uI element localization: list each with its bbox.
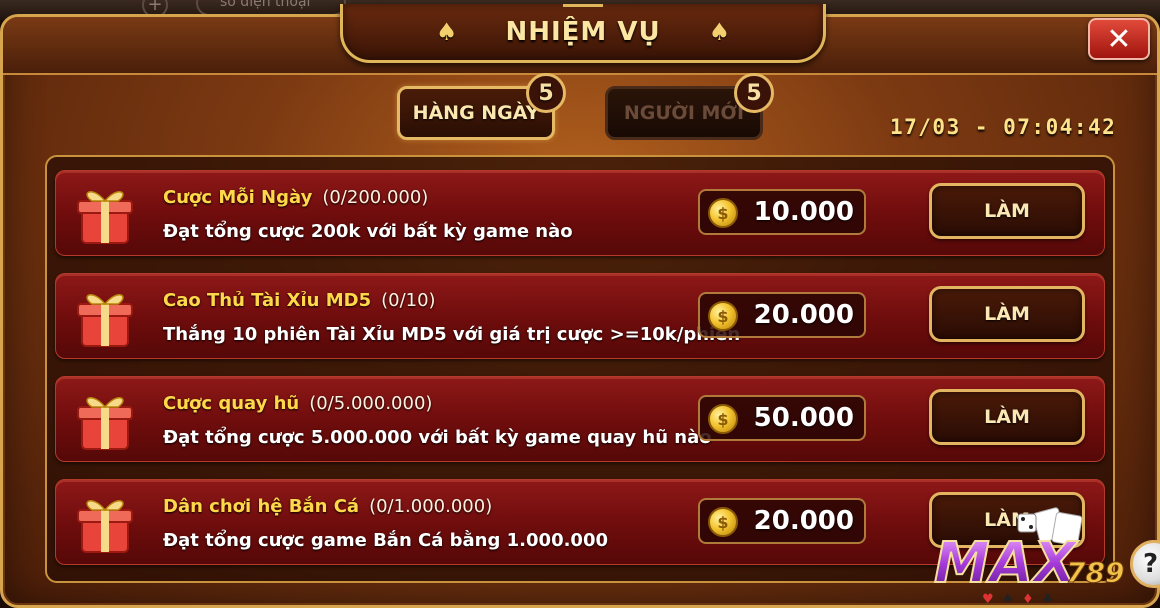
task-name: Cao Thủ Tài Xỉu MD5 (0/10) — [163, 290, 436, 311]
close-icon: ✕ — [1106, 21, 1132, 57]
do-task-button[interactable]: LÀM — [929, 183, 1085, 239]
task-progress: (0/1.000.000) — [369, 496, 493, 517]
coin-icon: $ — [708, 507, 738, 537]
task-name: Cược quay hũ (0/5.000.000) — [163, 393, 433, 414]
tab-daily-label: HÀNG NGÀY — [412, 102, 540, 124]
svg-text:♦: ♦ — [1022, 592, 1034, 606]
svg-text:♠: ♠ — [1002, 592, 1014, 606]
task-description: Đạt tổng cược 5.000.000 với bất kỳ game … — [163, 427, 712, 448]
task-row: Cược quay hũ (0/5.000.000) Đạt tổng cược … — [55, 376, 1105, 462]
server-datetime: 17/03 - 07:04:42 — [890, 115, 1117, 139]
do-task-button[interactable]: LÀM — [929, 389, 1085, 445]
task-row: Cao Thủ Tài Xỉu MD5 (0/10) Thắng 10 phiên… — [55, 273, 1105, 359]
task-progress: (0/10) — [381, 290, 436, 311]
task-name: Cược Mỗi Ngày (0/200.000) — [163, 187, 429, 208]
spade-icon: ♠ — [435, 18, 458, 46]
reward-value: 20.000 — [753, 300, 854, 330]
reward-value: 20.000 — [753, 506, 854, 536]
reward-box: $ 50.000 — [698, 395, 866, 441]
reward-value: 10.000 — [753, 197, 854, 227]
max789-logo: MAX 789 ♥ ♠ ♦ ♣ — [933, 507, 1125, 606]
task-progress: (0/5.000.000) — [309, 393, 433, 414]
logo-number: 789 — [1066, 556, 1124, 589]
task-description: Thắng 10 phiên Tài Xỉu MD5 với giá trị c… — [163, 324, 741, 345]
close-button[interactable]: ✕ — [1088, 18, 1150, 60]
tab-new-player-label: NGƯỜI MỚI — [623, 102, 745, 124]
dialog-title: NHIỆM VỤ — [505, 17, 661, 47]
svg-text:♣: ♣ — [1042, 592, 1054, 606]
tab-new-player-badge: 5 — [734, 73, 774, 113]
task-description: Đạt tổng cược 200k với bất kỳ game nào — [163, 221, 573, 242]
spade-icon: ♠ — [708, 18, 731, 46]
gift-icon — [77, 191, 133, 244]
coin-icon: $ — [708, 301, 738, 331]
tab-daily[interactable]: HÀNG NGÀY 5 — [397, 73, 566, 140]
task-row: Cược Mỗi Ngày (0/200.000) Đạt tổng cược 2… — [55, 170, 1105, 256]
gift-icon — [77, 500, 133, 553]
coin-icon: $ — [708, 198, 738, 228]
reward-box: $ 10.000 — [698, 189, 866, 235]
gift-icon — [77, 397, 133, 450]
do-task-button[interactable]: LÀM — [929, 286, 1085, 342]
gift-icon — [77, 294, 133, 347]
reward-box: $ 20.000 — [698, 292, 866, 338]
task-name: Dân chơi hệ Bắn Cá (0/1.000.000) — [163, 496, 493, 517]
svg-text:♥: ♥ — [982, 592, 994, 606]
coin-icon: $ — [708, 404, 738, 434]
dialog-title-plaque: ♠ NHIỆM VỤ ♠ — [340, 4, 826, 63]
reward-value: 50.000 — [753, 403, 854, 433]
logo-text: MAX — [934, 531, 1079, 596]
tab-new-player[interactable]: NGƯỜI MỚI 5 — [605, 73, 774, 140]
task-progress: (0/200.000) — [322, 187, 429, 208]
tab-daily-badge: 5 — [526, 73, 566, 113]
task-description: Đạt tổng cược game Bắn Cá bằng 1.000.000 — [163, 530, 608, 551]
reward-box: $ 20.000 — [698, 498, 866, 544]
